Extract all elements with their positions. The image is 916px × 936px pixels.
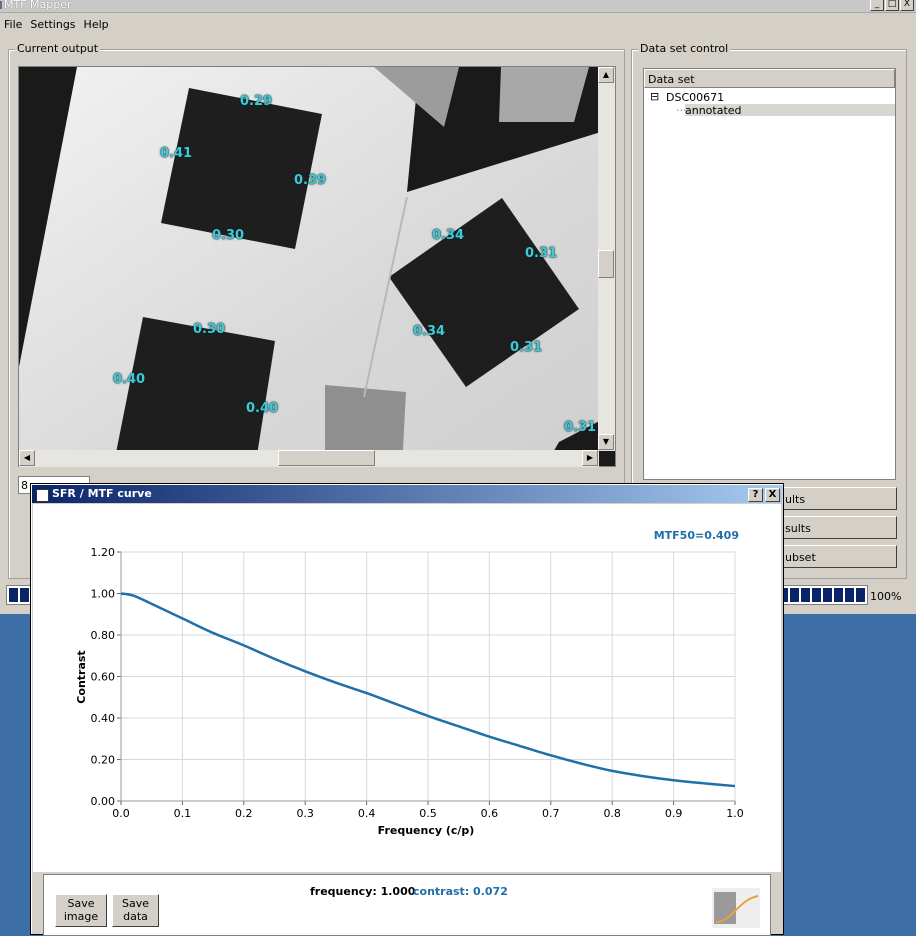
x-tick-label: 0.9 [665, 807, 683, 820]
grid-layer [120, 551, 736, 802]
window-title: MTF Mapper [0, 0, 72, 11]
tree-item-annotated[interactable]: annotated [685, 104, 895, 117]
save-data-label-2: data [123, 910, 148, 923]
tape-top-right [499, 67, 589, 122]
viewer-horizontal-scrollbar[interactable]: ◀ ▶ [19, 450, 599, 467]
results-button-1[interactable]: ults [782, 487, 897, 510]
y-tick-label: 1.20 [91, 546, 116, 559]
edge-label: 0.34 [413, 324, 446, 339]
edge-label: 0.31 [564, 420, 597, 435]
x-tick-label: 0.4 [358, 807, 376, 820]
y-tick-label: 0.00 [91, 795, 116, 808]
x-tick-label: 0.3 [296, 807, 314, 820]
mtf-chart: 0.0 0.1 0.2 0.3 0.4 0.5 0.6 0.7 0.8 0.9 1.0 0.00 0.2… [75, 529, 744, 837]
save-image-label-2: image [63, 910, 99, 923]
scroll-down-icon[interactable]: ▼ [598, 434, 614, 450]
data-set-control-label: Data set control [638, 42, 731, 55]
menu-help[interactable]: Help [80, 18, 113, 31]
close-button[interactable]: X [900, 0, 914, 11]
dataset-tree-header: Data set [644, 69, 895, 88]
edge-label: 0.39 [294, 173, 327, 188]
results-button-2[interactable]: sults [782, 516, 897, 539]
frequency-readout: frequency: 1.000 [310, 885, 416, 898]
edge-label: 0.31 [525, 246, 558, 261]
x-tick-label: 0.8 [603, 807, 621, 820]
x-tick-label: 0.5 [419, 807, 437, 820]
chart-image [19, 67, 615, 466]
edge-label: 0.30 [212, 228, 245, 243]
dialog-titlebar: SFR / MTF curve ? X [32, 485, 782, 503]
image-viewer[interactable]: 0.29 0.41 0.39 0.30 0.34 0.31 0.34 0.31 … [18, 66, 616, 467]
y-tick-label: 0.40 [91, 712, 116, 725]
x-tick-label: 0.7 [542, 807, 560, 820]
sfr-mtf-dialog: SFR / MTF curve ? X 0.0 0.1 0.2 0.3 0.4 0.5 0.… [30, 483, 784, 936]
y-tick-label: 0.60 [91, 671, 116, 684]
x-tick-label: 0.6 [481, 807, 499, 820]
dialog-close-button[interactable]: X [765, 488, 780, 502]
edge-label: 0.31 [510, 340, 543, 355]
edge-label: 0.29 [240, 94, 273, 109]
edge-label: 0.40 [113, 372, 146, 387]
subset-button[interactable]: ubset [782, 545, 897, 568]
scroll-left-icon[interactable]: ◀ [19, 450, 35, 466]
scroll-up-icon[interactable]: ▲ [598, 67, 614, 83]
y-tick-label: 1.00 [91, 588, 116, 601]
viewer-vertical-scrollbar[interactable]: ▲ ▼ [598, 67, 615, 451]
dialog-title: SFR / MTF curve [52, 487, 152, 500]
tree-item-root[interactable]: DSC00671 [666, 91, 724, 104]
edge-label: 0.34 [432, 228, 465, 243]
save-image-button[interactable]: Save image [55, 894, 107, 927]
main-titlebar: MTF Mapper _ □ X [0, 0, 916, 13]
horizontal-scroll-thumb[interactable] [278, 450, 375, 466]
edge-label: 0.41 [160, 146, 193, 161]
help-button[interactable]: ? [748, 488, 763, 502]
edge-label: 0.30 [193, 322, 226, 337]
maximize-button[interactable]: □ [885, 0, 899, 11]
tick-layer: 0.0 0.1 0.2 0.3 0.4 0.5 0.6 0.7 0.8 0.9 1.0 0.00 0.2… [91, 546, 744, 820]
mtf-chart-area: 0.0 0.1 0.2 0.3 0.4 0.5 0.6 0.7 0.8 0.9 1.0 0.00 0.2… [33, 504, 781, 872]
progress-label: 100% [870, 590, 902, 603]
x-tick-label: 0.1 [174, 807, 192, 820]
contrast-readout: contrast: 0.072 [413, 885, 508, 898]
save-data-button[interactable]: Save data [112, 894, 159, 927]
x-tick-label: 1.0 [726, 807, 744, 820]
x-tick-label: 0.2 [235, 807, 253, 820]
save-image-label-1: Save [67, 897, 95, 910]
y-tick-label: 0.20 [91, 754, 116, 767]
mtf-thumbnail-icon[interactable] [712, 888, 760, 928]
current-output-label: Current output [15, 42, 101, 55]
edge-label: 0.40 [246, 401, 279, 416]
x-tick-label: 0.0 [112, 807, 130, 820]
x-axis-label: Frequency (c/p) [378, 824, 475, 837]
minimize-button[interactable]: _ [870, 0, 884, 11]
scroll-right-icon[interactable]: ▶ [582, 450, 598, 466]
menubar: File Settings Help [0, 14, 916, 34]
menu-settings[interactable]: Settings [26, 18, 79, 31]
y-axis-label: Contrast [75, 650, 88, 703]
save-data-label-1: Save [121, 897, 149, 910]
tree-collapse-icon[interactable]: ⊟ [650, 90, 659, 103]
mtf50-annotation: MTF50=0.409 [654, 529, 739, 542]
target-square-1 [161, 88, 322, 249]
y-tick-label: 0.80 [91, 629, 116, 642]
dataset-tree[interactable]: Data set ⊟ DSC00671 ···· annotated [643, 68, 896, 480]
dialog-bottom-panel: Save image Save data frequency: 1.000 co… [43, 874, 771, 936]
menu-file[interactable]: File [0, 18, 26, 31]
vertical-scroll-thumb[interactable] [598, 250, 614, 278]
window-controls: _ □ X [870, 0, 914, 11]
